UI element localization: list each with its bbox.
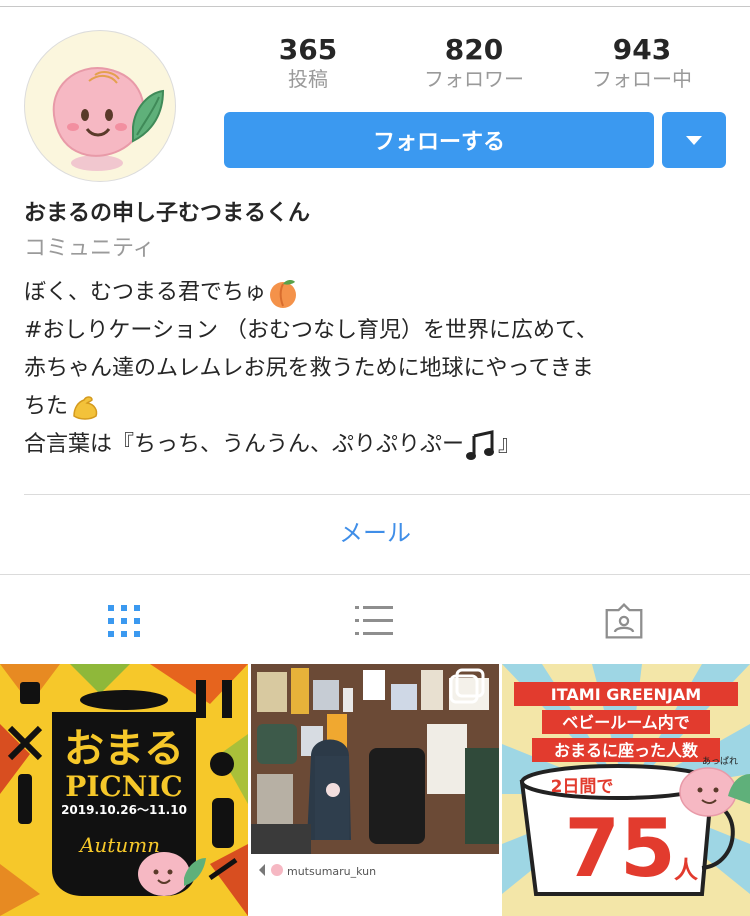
follow-button[interactable]: フォローする <box>224 112 654 168</box>
tab-grid[interactable] <box>104 601 144 641</box>
bio-text: 』 <box>498 432 521 457</box>
avatar-peach-character-image <box>52 67 165 171</box>
greenjam-exclaim: あっぱれ <box>702 756 738 767</box>
greenjam-line-3: おまるに座った人数 <box>554 741 699 760</box>
grid-icon <box>108 605 140 637</box>
list-icon <box>355 606 393 635</box>
bio-text: ぼく、むつまる君でちゅ <box>24 280 267 305</box>
picnic-title: おまる <box>64 726 184 772</box>
email-link[interactable]: メール <box>0 516 750 550</box>
picnic-dates: 2019.10.26〜11.10 <box>61 803 187 817</box>
tab-tagged[interactable] <box>604 601 644 641</box>
chevron-down-icon <box>686 135 702 145</box>
picnic-season: Autumn <box>78 833 160 857</box>
picnic-subtitle: PICNIC <box>65 770 182 803</box>
following-count: 943 <box>612 33 672 66</box>
bio-line-2[interactable]: #おしりケーション （おむつなし育児）を世界に広めて、 <box>24 312 734 350</box>
peach-emoji-icon <box>270 279 297 308</box>
followers-label: フォロワー <box>424 67 524 91</box>
bio-text: 合言葉は『ちっち、うんうん、ぷりぷりぷー <box>24 432 465 457</box>
divider <box>24 494 750 495</box>
profile-category: コミュニティ <box>24 236 155 261</box>
picnic-poster-image: おまる PICNIC 2019.10.26〜11.10 Autumn <box>0 664 248 916</box>
post-thumbnail[interactable]: おまる PICNIC 2019.10.26〜11.10 Autumn <box>0 664 248 916</box>
stat-following[interactable]: 943 フォロー中 <box>562 34 722 92</box>
bio-line-5: 合言葉は『ちっち、うんうん、ぷりぷりぷー 』 <box>24 426 734 464</box>
bio-line-4: ちた <box>24 388 734 426</box>
suggested-dropdown-button[interactable] <box>662 112 726 168</box>
profile-bio: ぼく、むつまる君でちゅ #おしりケーション （おむつなし育児）を世界に広めて、 … <box>24 274 734 464</box>
flatlay-photo-image: mutsumaru_kun <box>251 664 499 916</box>
posts-count: 365 <box>278 33 338 66</box>
avatar[interactable] <box>24 30 176 182</box>
top-divider <box>0 6 750 7</box>
followers-count: 820 <box>444 33 504 66</box>
posts-label: 投稿 <box>288 67 328 91</box>
stat-posts[interactable]: 365 投稿 <box>228 34 388 92</box>
flexed-biceps-emoji-icon <box>73 396 98 420</box>
bio-line-1: ぼく、むつまる君でちゅ <box>24 274 734 312</box>
stat-followers[interactable]: 820 フォロワー <box>394 34 554 92</box>
greenjam-unit: 人 <box>674 856 698 884</box>
greenjam-line-1: ITAMI GREENJAM <box>551 685 701 704</box>
post-thumbnail[interactable]: mutsumaru_kun <box>251 664 499 916</box>
post-grid: おまる PICNIC 2019.10.26〜11.10 Autumn mutsu… <box>0 664 750 916</box>
profile-name: おまるの申し子むつまるくん <box>24 201 311 226</box>
greenjam-line-2: ベビールーム内で <box>562 713 690 732</box>
repost-username: mutsumaru_kun <box>287 865 376 878</box>
profile-tabs <box>0 575 750 663</box>
post-thumbnail[interactable]: ITAMI GREENJAM ベビールーム内で おまるに座った人数 2日間で 7… <box>502 664 750 916</box>
tagged-person-icon <box>605 603 643 639</box>
bio-line-3: 赤ちゃん達のムレムレお尻を救うために地球にやってきま <box>24 356 594 381</box>
bio-text: ちた <box>24 394 69 419</box>
following-label: フォロー中 <box>592 67 692 91</box>
greenjam-count: 75 <box>564 802 675 895</box>
greenjam-period: 2日間で <box>551 777 614 797</box>
tab-list[interactable] <box>354 601 394 641</box>
greenjam-poster-image: ITAMI GREENJAM ベビールーム内で おまるに座った人数 2日間で 7… <box>502 664 750 916</box>
musical-notes-emoji-icon <box>466 430 495 460</box>
